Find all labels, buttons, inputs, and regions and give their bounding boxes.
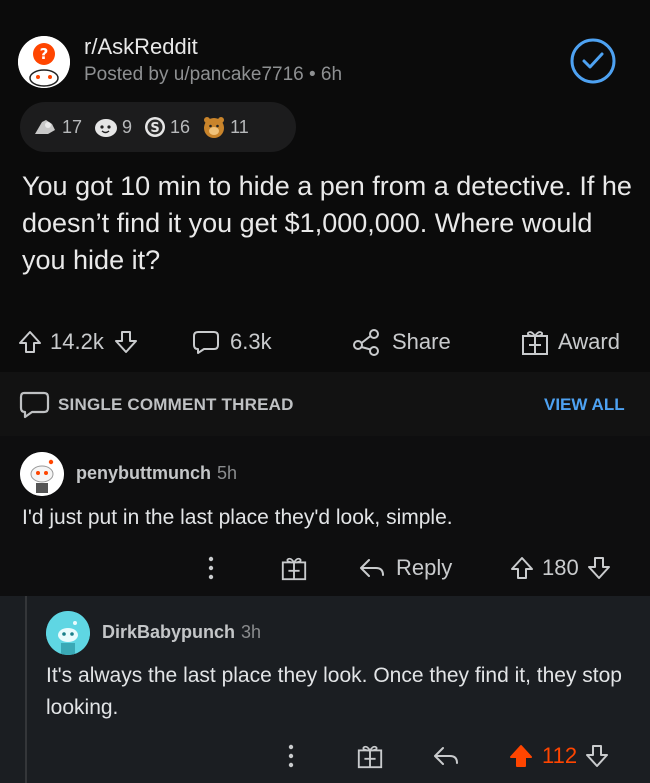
share-button[interactable]: Share: [352, 318, 451, 366]
vertical-dots-icon: [208, 556, 214, 580]
gift-icon: [522, 331, 548, 355]
comment-score: 180: [542, 555, 579, 580]
comment-vote-group: 180: [510, 548, 611, 588]
comment-score: 112: [542, 743, 578, 768]
comment-username[interactable]: penybuttmunch 5h: [76, 463, 237, 484]
comments-button[interactable]: 6.3k: [192, 318, 272, 366]
reply-comment: DirkBabypunch 3h It's always the last pla…: [0, 596, 650, 783]
subreddit-avatar[interactable]: ?: [18, 36, 70, 88]
award-label: Award: [558, 329, 620, 354]
post-title[interactable]: You got 10 min to hide a pen from a dete…: [22, 168, 632, 279]
upvote-arrow-icon[interactable]: [18, 329, 42, 355]
verified-check-icon[interactable]: [569, 37, 617, 85]
award-item: 11: [202, 115, 249, 139]
reply-arrow-icon: [360, 559, 384, 577]
downvote-arrow-icon[interactable]: [114, 329, 138, 355]
more-options-button[interactable]: [206, 548, 216, 588]
silver-award-icon: [35, 120, 55, 134]
award-count: 11: [230, 116, 249, 137]
comment-action-bar: 112: [0, 736, 650, 776]
thread-label: SINGLE COMMENT THREAD: [58, 395, 294, 414]
award-button[interactable]: Award: [520, 318, 620, 366]
post-card: ? r/AskReddit Posted by u/pancake7716 • …: [0, 0, 650, 372]
reply-arrow-icon: [434, 747, 458, 765]
awards-bar[interactable]: 17 9 S 16 11: [20, 102, 296, 152]
award-item: 17: [32, 116, 82, 138]
wholesome-award-icon: [95, 119, 118, 137]
post-action-bar: 14.2k 6.3k Share Award: [0, 318, 650, 366]
avatar[interactable]: [46, 611, 90, 655]
gift-icon: [281, 557, 307, 581]
give-award-button[interactable]: [356, 736, 384, 776]
svg-text:?: ?: [40, 45, 49, 63]
give-award-button[interactable]: [280, 548, 308, 588]
downvote-arrow-icon[interactable]: [585, 743, 609, 769]
gift-icon: [357, 745, 383, 769]
more-options-button[interactable]: [286, 736, 296, 776]
subreddit-name[interactable]: r/AskReddit: [84, 34, 198, 60]
comment-time: 3h: [241, 622, 262, 642]
comment: penybuttmunch 5h I'd just put in the last…: [0, 436, 650, 596]
reply-button[interactable]: Reply: [358, 548, 452, 588]
username[interactable]: DirkBabypunch: [102, 622, 235, 642]
bravo-award-icon: S: [145, 117, 166, 137]
vertical-dots-icon: [288, 744, 294, 768]
award-count: 16: [170, 116, 191, 137]
award-item: S 16: [144, 116, 190, 138]
award-item: 9: [94, 116, 132, 138]
award-count: 9: [122, 116, 133, 137]
post-meta: Posted by u/pancake7716 • 6h: [84, 64, 343, 85]
share-label: Share: [392, 329, 451, 354]
share-icon: [353, 329, 379, 356]
comment-body: It's always the last place they look. On…: [46, 664, 622, 719]
comment-bubble-icon: [193, 331, 219, 354]
view-all-button[interactable]: VIEW ALL: [544, 395, 625, 415]
vote-group: 14.2k: [18, 318, 138, 366]
comment-time: 5h: [217, 463, 238, 483]
comment-action-bar: Reply 180: [0, 548, 650, 588]
downvote-arrow-icon[interactable]: [587, 555, 611, 581]
reply-label: Reply: [396, 555, 453, 580]
single-comment-thread-bar: SINGLE COMMENT THREAD VIEW ALL: [0, 372, 650, 436]
comment-count: 6.3k: [230, 329, 272, 354]
reply-button[interactable]: [432, 736, 460, 776]
comment-thread-icon: [19, 391, 50, 419]
svg-text:S: S: [150, 121, 159, 136]
award-count: 17: [62, 116, 83, 137]
gold-bear-award-icon: [204, 117, 225, 138]
comment-username[interactable]: DirkBabypunch 3h: [102, 622, 261, 643]
post-score: 14.2k: [50, 329, 104, 354]
avatar[interactable]: [20, 452, 64, 496]
upvote-arrow-icon[interactable]: [510, 555, 534, 581]
comment-body: I'd just put in the last place they'd lo…: [22, 506, 453, 529]
username[interactable]: penybuttmunch: [76, 463, 211, 483]
upvote-arrow-filled-icon[interactable]: [508, 743, 534, 769]
comment-vote-group: 112: [508, 736, 609, 776]
